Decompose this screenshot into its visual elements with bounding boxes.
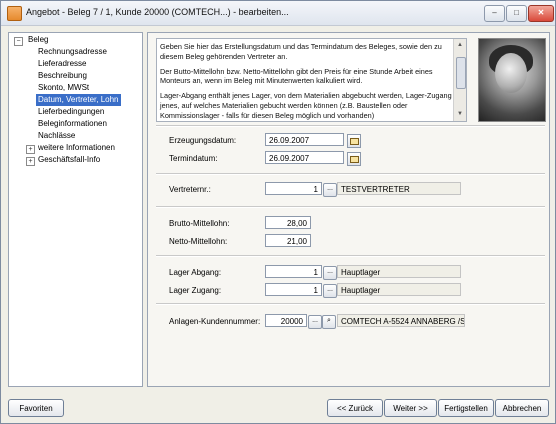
separator: [156, 206, 545, 208]
minimize-button[interactable]: –: [484, 5, 505, 22]
separator: [156, 173, 545, 175]
scroll-thumb[interactable]: [456, 57, 466, 89]
separator: [156, 303, 545, 305]
netto-field[interactable]: 21,00: [265, 234, 311, 247]
favoriten-button[interactable]: Favoriten: [8, 399, 64, 417]
expand-icon[interactable]: +: [26, 145, 35, 154]
anlagen-nr-field[interactable]: 20000: [265, 314, 307, 327]
info-text: Geben Sie hier das Erstellungsdatum und …: [160, 42, 452, 121]
abbrechen-button[interactable]: Abbrechen: [495, 399, 549, 417]
lager-zugang-lookup-button[interactable]: ...: [323, 284, 337, 298]
tree-item-beleg[interactable]: Beleg: [26, 34, 50, 46]
weiter-button[interactable]: Weiter >>: [384, 399, 437, 417]
collapse-icon[interactable]: −: [14, 37, 23, 46]
nav-tree: − Beleg Rechnungsadresse Lieferadresse B…: [8, 32, 143, 387]
info-text-box[interactable]: Geben Sie hier das Erstellungsdatum und …: [156, 38, 467, 122]
separator: [156, 255, 545, 257]
lager-zugang-label: Lager Zugang:: [169, 286, 222, 295]
calendar-icon[interactable]: [347, 134, 361, 148]
brutto-label: Brutto-Mittellohn:: [169, 219, 230, 228]
vertreter-lookup-button[interactable]: ...: [323, 183, 337, 197]
expand-icon[interactable]: +: [26, 157, 35, 166]
erzeugungsdatum-field[interactable]: 26.09.2007: [265, 133, 344, 146]
tree-item-beleginformationen[interactable]: Beleginformationen: [36, 118, 109, 130]
lager-zugang-nr-field[interactable]: 1: [265, 283, 322, 296]
tree-item-rechnungsadresse[interactable]: Rechnungsadresse: [36, 46, 109, 58]
photo-face: [495, 53, 527, 93]
scroll-up-icon[interactable]: ▲: [455, 40, 465, 50]
info-paragraph: Lager-Abgang enthält jenes Lager, von de…: [160, 91, 452, 120]
anlagen-lookup-button[interactable]: ...: [308, 315, 322, 329]
window-title: Angebot - Beleg 7 / 1, Kunde 20000 (COMT…: [26, 7, 289, 17]
lager-zugang-name-field: Hauptlager: [337, 283, 461, 296]
tree-item-lieferadresse[interactable]: Lieferadresse: [36, 58, 88, 70]
tree-item-weitere-informationen[interactable]: weitere Informationen: [36, 142, 117, 154]
close-button[interactable]: ✕: [528, 5, 554, 22]
app-icon: [7, 6, 22, 21]
search-icon[interactable]: ⌕: [322, 315, 336, 329]
lager-abgang-name-field: Hauptlager: [337, 265, 461, 278]
info-paragraph: Der Butto-Mittellohn bzw. Netto-Mittello…: [160, 66, 433, 86]
lager-abgang-lookup-button[interactable]: ...: [323, 266, 337, 280]
assistant-photo: [478, 38, 546, 122]
zurueck-button[interactable]: << Zurück: [327, 399, 383, 417]
vertreter-label: Vertreternr.:: [169, 185, 211, 194]
tree-item-lieferbedingungen[interactable]: Lieferbedingungen: [36, 106, 106, 118]
termindatum-field[interactable]: 26.09.2007: [265, 151, 344, 164]
calendar-icon[interactable]: [347, 152, 361, 166]
fertigstellen-button[interactable]: Fertigstellen: [438, 399, 494, 417]
brutto-field[interactable]: 28,00: [265, 216, 311, 229]
anlagen-label: Anlagen-Kundennummer:: [169, 317, 261, 326]
vertical-scrollbar[interactable]: ▲ ▼: [453, 39, 466, 121]
title-bar[interactable]: Angebot - Beleg 7 / 1, Kunde 20000 (COMT…: [1, 1, 555, 26]
tree-item-skonto[interactable]: Skonto, MWSt: [36, 82, 91, 94]
termindatum-label: Termindatum:: [169, 154, 218, 163]
anlagen-name-field: COMTECH A-5524 ANNABERG /S: [337, 314, 465, 327]
tree-item-beschreibung[interactable]: Beschreibung: [36, 70, 89, 82]
maximize-button[interactable]: □: [506, 5, 527, 22]
info-paragraph: Geben Sie hier das Erstellungsdatum und …: [160, 42, 442, 61]
erzeugungsdatum-label: Erzeugungsdatum:: [169, 136, 237, 145]
netto-label: Netto-Mittellohn:: [169, 237, 228, 246]
scroll-down-icon[interactable]: ▼: [455, 109, 465, 119]
tree-item-geschaeftsfall-info[interactable]: Geschäftsfall-Info: [36, 154, 102, 166]
tree-item-datum-vertreter-lohn[interactable]: Datum, Vertreter, Lohn: [36, 94, 121, 106]
vertreter-nr-field[interactable]: 1: [265, 182, 322, 195]
dialog-window: Angebot - Beleg 7 / 1, Kunde 20000 (COMT…: [0, 0, 556, 424]
lager-abgang-label: Lager Abgang:: [169, 268, 222, 277]
main-panel: Geben Sie hier das Erstellungsdatum und …: [147, 32, 550, 387]
lager-abgang-nr-field[interactable]: 1: [265, 265, 322, 278]
separator: [156, 125, 545, 127]
vertreter-name-field: TESTVERTRETER: [337, 182, 461, 195]
tree-item-nachlaesse[interactable]: Nachlässe: [36, 130, 77, 142]
